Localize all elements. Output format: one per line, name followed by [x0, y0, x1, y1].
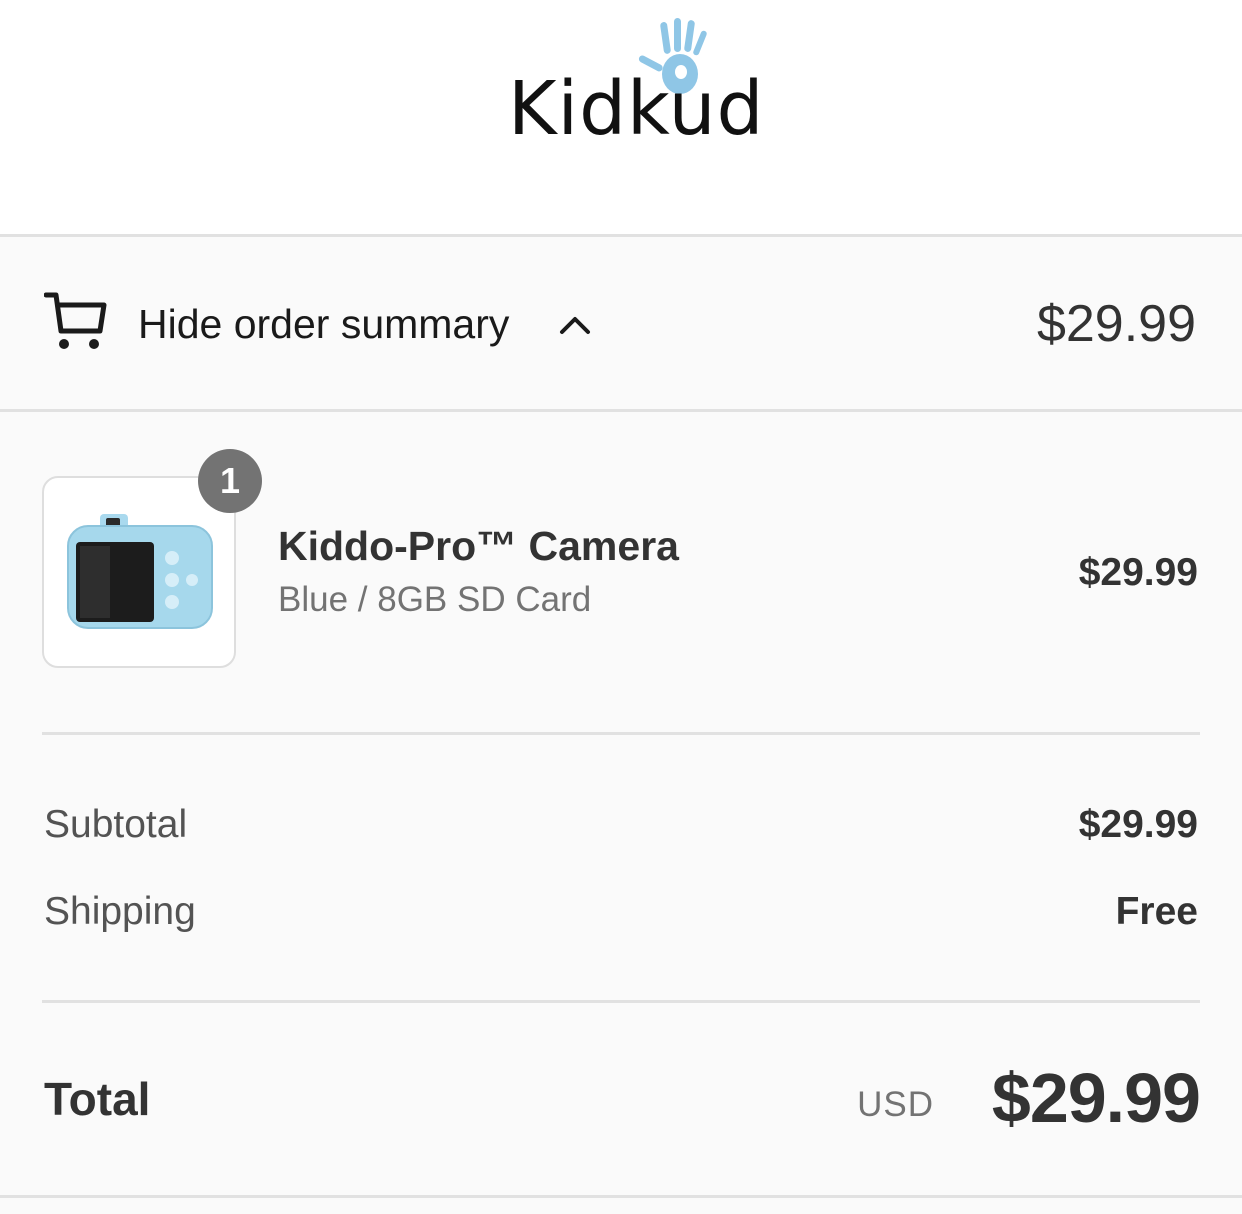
total-label: Total — [44, 1073, 151, 1125]
kids-camera-image — [67, 514, 213, 629]
order-summary-toggle[interactable]: Hide order summary $29.99 — [0, 234, 1242, 412]
currency-code: USD — [857, 1085, 934, 1124]
product-price: $29.99 — [1078, 551, 1198, 594]
cart-icon — [44, 292, 107, 349]
summary-bottom-border — [0, 1195, 1242, 1198]
total-value: $29.99 — [991, 1059, 1201, 1137]
kidkud-logo[interactable]: Kidkud — [508, 14, 764, 154]
divider — [42, 1000, 1200, 1003]
header: Kidkud — [0, 0, 1242, 234]
summary-total-price: $29.99 — [1036, 295, 1196, 353]
subtotal-value: $29.99 — [1078, 803, 1198, 846]
shipping-label: Shipping — [44, 890, 196, 933]
product-variant: Blue / 8GB SD Card — [278, 580, 592, 619]
brand-name: Kidkud — [508, 66, 765, 152]
shipping-value: Free — [1115, 890, 1198, 933]
toggle-summary-label[interactable]: Hide order summary — [138, 300, 509, 349]
subtotal-label: Subtotal — [44, 803, 188, 846]
product-name: Kiddo-Pro™ Camera — [278, 523, 679, 569]
chevron-up-icon[interactable] — [558, 313, 592, 337]
order-summary-panel: 1 Kiddo-Pro™ Camera Blue / 8GB SD Card $… — [0, 412, 1242, 1214]
divider — [42, 732, 1200, 735]
quantity-badge: 1 — [198, 449, 262, 513]
product-thumbnail — [42, 476, 236, 668]
